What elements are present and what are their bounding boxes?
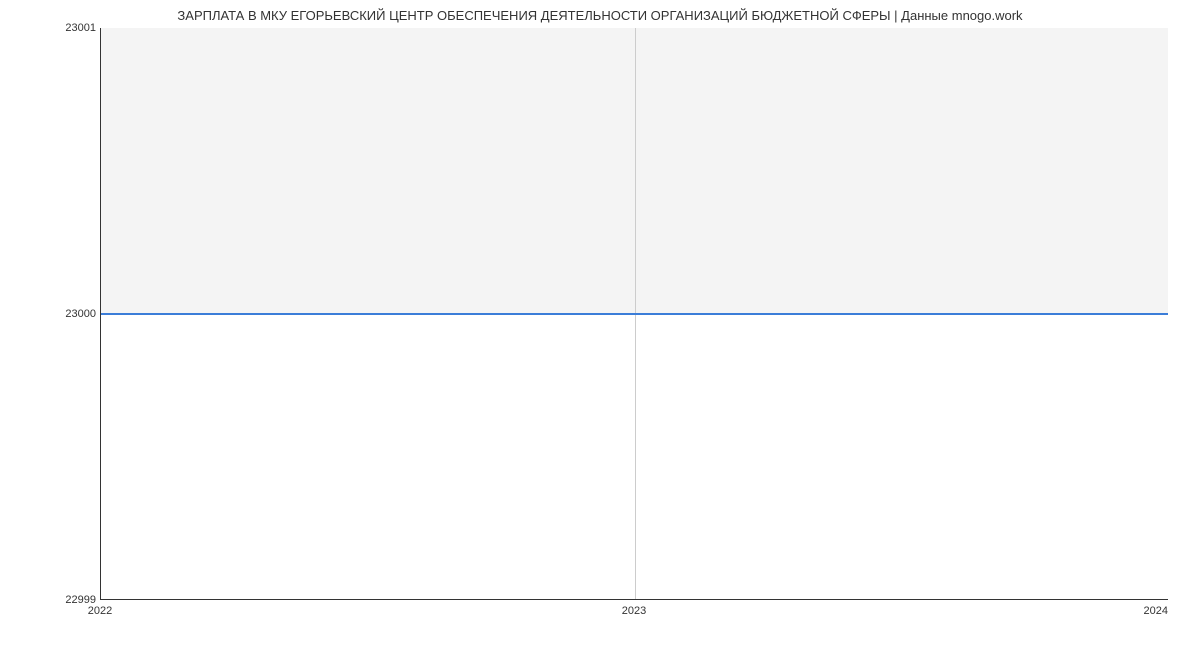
x-tick-label: 2023 [622, 605, 646, 617]
plot-area [100, 28, 1168, 600]
x-tick-label: 2022 [88, 605, 112, 617]
chart-title: ЗАРПЛАТА В МКУ ЕГОРЬЕВСКИЙ ЦЕНТР ОБЕСПЕЧ… [0, 8, 1200, 23]
x-tick-label: 2024 [1144, 605, 1168, 617]
y-tick-label: 23001 [65, 22, 96, 34]
y-tick-label: 23000 [65, 308, 96, 320]
data-line [101, 313, 1168, 315]
